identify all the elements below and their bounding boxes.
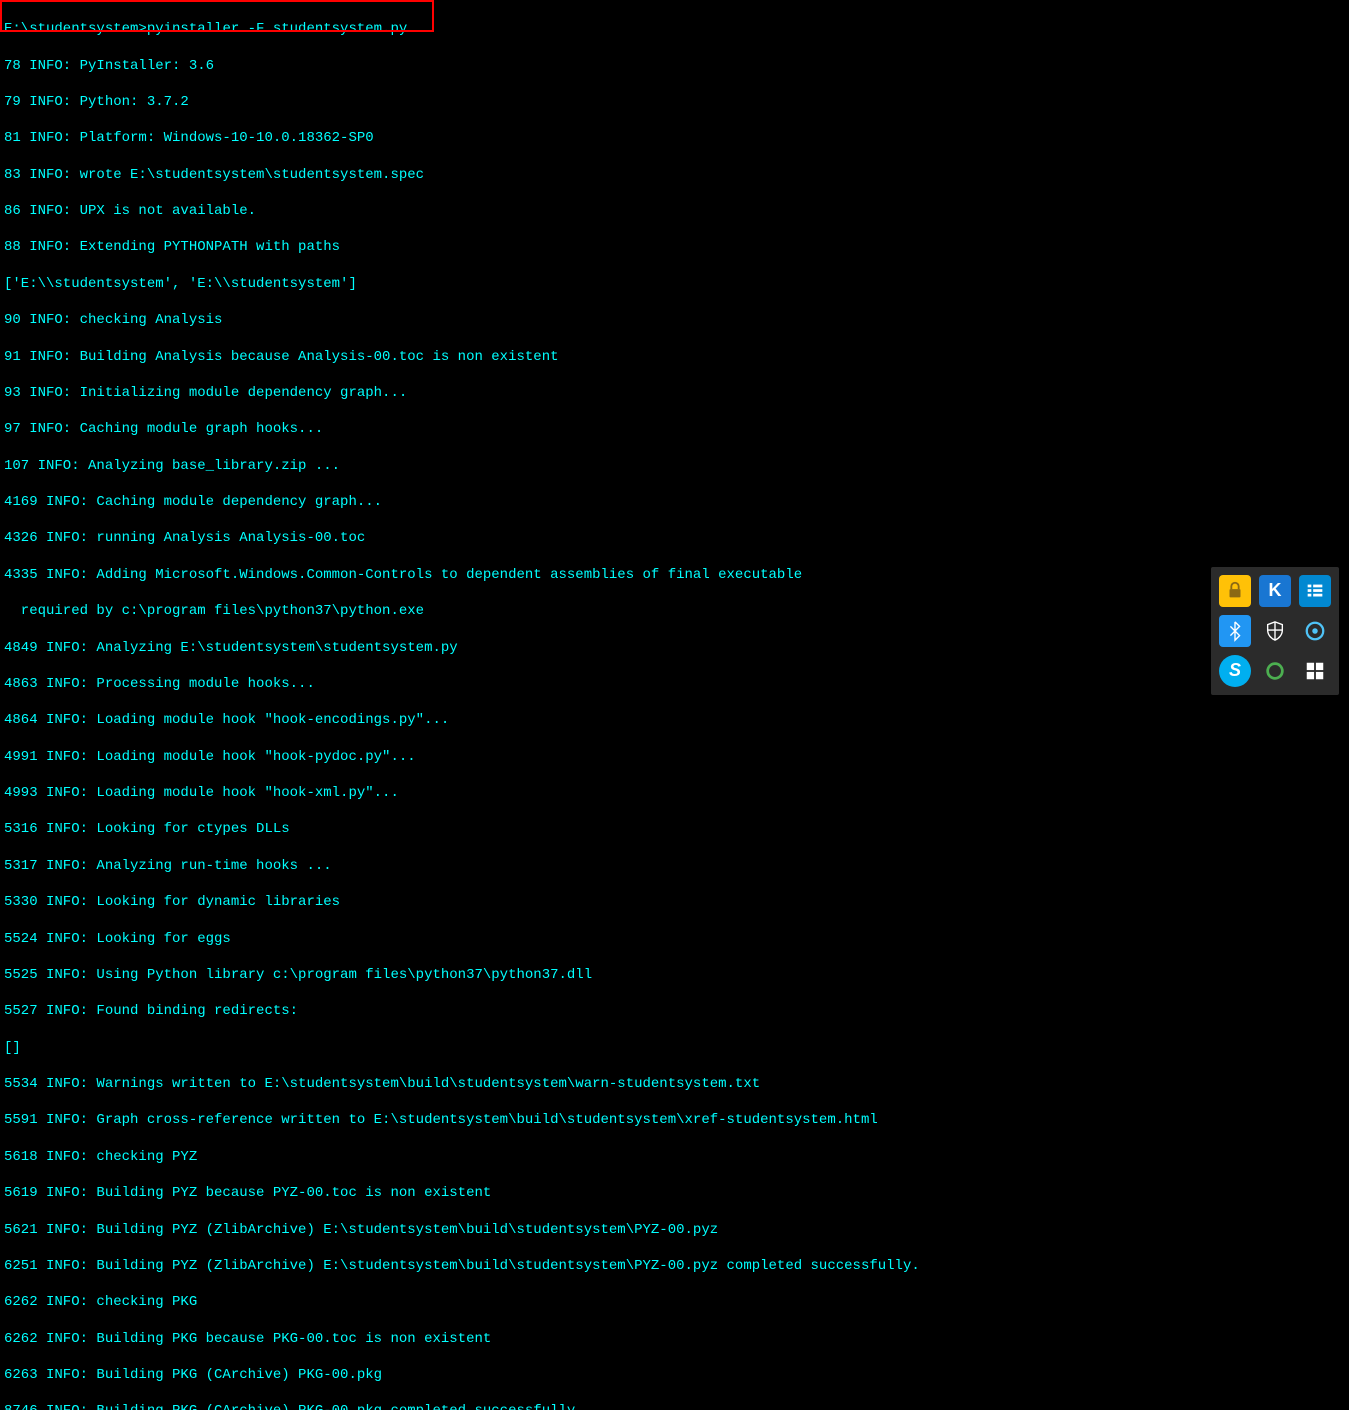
system-tray: K S [1211,567,1339,695]
browser-icon[interactable] [1299,615,1331,647]
output-line: 4326 INFO: running Analysis Analysis-00.… [4,529,1345,547]
output-line: ['E:\\studentsystem', 'E:\\studentsystem… [4,275,1345,293]
output-line: 107 INFO: Analyzing base_library.zip ... [4,457,1345,475]
output-line: 4863 INFO: Processing module hooks... [4,675,1345,693]
output-line: [] [4,1039,1345,1057]
command-line: E:\studentsystem>pyinstaller -F students… [4,20,1345,38]
defender-icon[interactable] [1259,615,1291,647]
output-line: 81 INFO: Platform: Windows-10-10.0.18362… [4,129,1345,147]
output-line: 5317 INFO: Analyzing run-time hooks ... [4,857,1345,875]
output-line: 93 INFO: Initializing module dependency … [4,384,1345,402]
output-line: 5621 INFO: Building PYZ (ZlibArchive) E:… [4,1221,1345,1239]
command-text: pyinstaller -F studentsystem.py [147,21,407,37]
prompt: E:\studentsystem> [4,21,147,37]
output-line: 86 INFO: UPX is not available. [4,202,1345,220]
output-line: 5527 INFO: Found binding redirects: [4,1002,1345,1020]
output-line: 5316 INFO: Looking for ctypes DLLs [4,820,1345,838]
output-line: 5534 INFO: Warnings written to E:\studen… [4,1075,1345,1093]
output-line: 4849 INFO: Analyzing E:\studentsystem\st… [4,639,1345,657]
terminal-output[interactable]: E:\studentsystem>pyinstaller -F students… [0,0,1349,1410]
output-line: required by c:\program files\python37\py… [4,602,1345,620]
output-line: 4993 INFO: Loading module hook "hook-xml… [4,784,1345,802]
output-line: 88 INFO: Extending PYTHONPATH with paths [4,238,1345,256]
output-line: 91 INFO: Building Analysis because Analy… [4,348,1345,366]
k-app-icon[interactable]: K [1259,575,1291,607]
output-line: 5524 INFO: Looking for eggs [4,930,1345,948]
output-line: 97 INFO: Caching module graph hooks... [4,420,1345,438]
output-line: 5330 INFO: Looking for dynamic libraries [4,893,1345,911]
output-line: 5525 INFO: Using Python library c:\progr… [4,966,1345,984]
output-line: 4169 INFO: Caching module dependency gra… [4,493,1345,511]
output-line: 4335 INFO: Adding Microsoft.Windows.Comm… [4,566,1345,584]
output-line: 6262 INFO: checking PKG [4,1293,1345,1311]
output-line: 5618 INFO: checking PYZ [4,1148,1345,1166]
output-line: 6263 INFO: Building PKG (CArchive) PKG-0… [4,1366,1345,1384]
output-line: 4864 INFO: Loading module hook "hook-enc… [4,711,1345,729]
output-line: 78 INFO: PyInstaller: 3.6 [4,57,1345,75]
bluetooth-icon[interactable] [1219,615,1251,647]
output-line: 79 INFO: Python: 3.7.2 [4,93,1345,111]
output-line: 6262 INFO: Building PKG because PKG-00.t… [4,1330,1345,1348]
output-line: 5591 INFO: Graph cross-reference written… [4,1111,1345,1129]
skype-icon[interactable]: S [1219,655,1251,687]
input-icon[interactable] [1299,655,1331,687]
output-line: 5619 INFO: Building PYZ because PYZ-00.t… [4,1184,1345,1202]
output-line: 8746 INFO: Building PKG (CArchive) PKG-0… [4,1402,1345,1410]
output-line: 83 INFO: wrote E:\studentsystem\students… [4,166,1345,184]
output-line: 6251 INFO: Building PYZ (ZlibArchive) E:… [4,1257,1345,1275]
security-icon[interactable] [1219,575,1251,607]
list-icon[interactable] [1299,575,1331,607]
wechat-icon[interactable] [1259,655,1291,687]
output-line: 90 INFO: checking Analysis [4,311,1345,329]
output-line: 4991 INFO: Loading module hook "hook-pyd… [4,748,1345,766]
